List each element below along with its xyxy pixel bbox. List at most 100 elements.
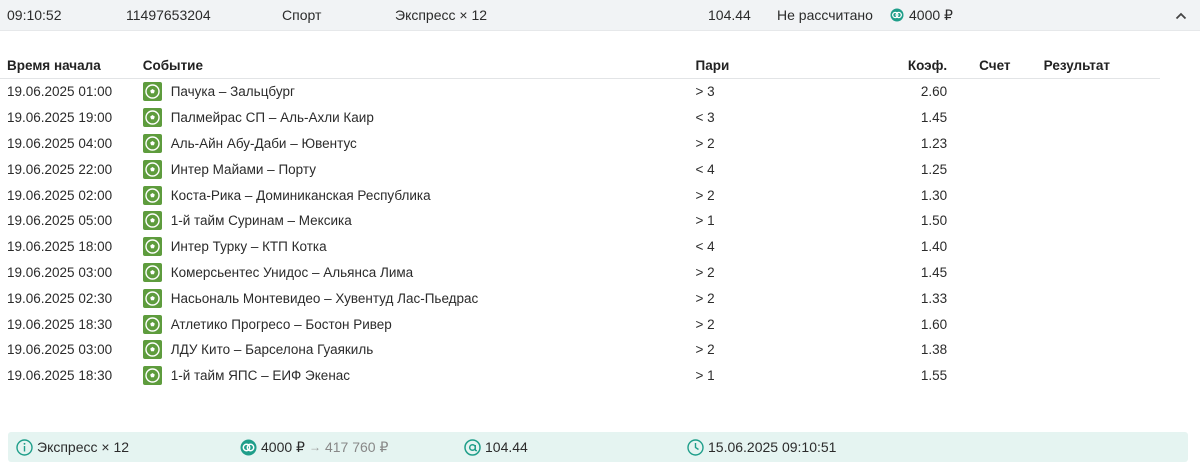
- event-result: [1044, 208, 1160, 234]
- table-row: 19.06.2025 18:30 Атлетико Прогресо – Бос…: [0, 311, 1160, 337]
- event-score: [947, 337, 1044, 363]
- coins-icon: [240, 439, 257, 455]
- table-row: 19.06.2025 02:00 Коста-Рика – Доминиканс…: [0, 182, 1160, 208]
- table-row: 19.06.2025 18:00 Интер Турку – КТП Котка…: [0, 234, 1160, 260]
- footer-odds-value: 104.44: [485, 439, 528, 455]
- event-cell: Насьональ Монтевидео – Хувентуд Лас-Пьед…: [142, 285, 696, 311]
- event-cell: Комерсьентес Унидос – Альянса Лима: [142, 260, 696, 286]
- col-event: Событие: [142, 52, 696, 79]
- event-name: Коста-Рика – Доминиканская Республика: [170, 187, 431, 203]
- event-coef: 1.45: [920, 264, 948, 280]
- event-start-time: 19.06.2025 01:00: [7, 84, 113, 100]
- bet-stake-value: 4000 ₽: [909, 7, 953, 23]
- event-score: [947, 311, 1044, 337]
- events-table-body: 19.06.2025 01:00 Пачука – Зальцбург > 3 …: [0, 79, 1160, 389]
- event-name: Атлетико Прогресо – Бостон Ривер: [170, 316, 392, 332]
- event-start-time: 19.06.2025 18:30: [7, 368, 113, 384]
- collapse-button[interactable]: [1172, 0, 1190, 30]
- event-name: Насьональ Монтевидео – Хувентуд Лас-Пьед…: [170, 290, 479, 306]
- event-score: [947, 208, 1044, 234]
- arrow-right-icon: →: [308, 440, 321, 454]
- event-start-time: 19.06.2025 03:00: [7, 264, 113, 280]
- event-coef: 1.38: [920, 342, 948, 358]
- bet-id: 11497653204: [126, 7, 211, 23]
- event-result: [1044, 182, 1160, 208]
- soccer-ball-icon: [142, 262, 162, 282]
- event-coef: 1.45: [920, 110, 948, 126]
- event-result: [1044, 363, 1160, 389]
- event-cell: Интер Турку – КТП Котка: [142, 234, 696, 260]
- event-start-time: 19.06.2025 04:00: [7, 135, 113, 151]
- table-row: 19.06.2025 03:00 ЛДУ Кито – Барселона Гу…: [0, 337, 1160, 363]
- event-bet: < 4: [695, 239, 715, 255]
- bet-type: Экспресс × 12: [395, 7, 488, 23]
- bet-summary-bar[interactable]: 09:10:52 11497653204 Спорт Экспресс × 12…: [0, 0, 1200, 31]
- event-start-time: 19.06.2025 02:00: [7, 187, 113, 203]
- event-cell: Пачука – Зальцбург: [142, 79, 696, 105]
- col-result: Результат: [1043, 52, 1160, 79]
- event-bet: > 1: [695, 368, 715, 384]
- footer-date-value: 15.06.2025 09:10:51: [708, 439, 837, 455]
- table-row: 19.06.2025 04:00 Аль-Айн Абу-Даби – Ювен…: [0, 131, 1160, 157]
- soccer-ball-icon: [142, 340, 162, 360]
- event-result: [1044, 285, 1160, 311]
- table-row: 19.06.2025 03:00 Комерсьентес Унидос – А…: [0, 260, 1160, 286]
- col-bet: Пари: [695, 52, 880, 79]
- event-coef: 1.60: [920, 316, 948, 332]
- odds-icon: [464, 438, 481, 456]
- event-cell: ЛДУ Кито – Барселона Гуаякиль: [142, 337, 696, 363]
- event-name: ЛДУ Кито – Барселона Гуаякиль: [170, 342, 374, 358]
- table-row: 19.06.2025 22:00 Интер Майами – Порту < …: [0, 156, 1160, 182]
- event-result: [1044, 311, 1160, 337]
- event-bet: > 2: [695, 316, 715, 332]
- event-cell: Атлетико Прогресо – Бостон Ривер: [142, 311, 696, 337]
- soccer-ball-icon: [142, 108, 162, 128]
- event-result: [1044, 105, 1160, 131]
- event-coef: 1.40: [920, 239, 948, 255]
- clock-icon: [687, 438, 704, 456]
- event-result: [1044, 260, 1160, 286]
- event-name: Интер Майами – Порту: [170, 161, 316, 177]
- event-score: [947, 182, 1044, 208]
- event-coef: 1.55: [920, 368, 948, 384]
- bet-stake: 4000 ₽: [890, 0, 953, 30]
- event-score: [947, 285, 1044, 311]
- event-name: Комерсьентес Унидос – Альянса Лима: [170, 264, 414, 280]
- event-bet: > 3: [695, 84, 715, 100]
- soccer-ball-icon: [142, 159, 162, 179]
- footer-date: 15.06.2025 09:10:51: [687, 432, 836, 462]
- event-score: [947, 105, 1044, 131]
- event-coef: 2.60: [920, 84, 948, 100]
- bet-sport: Спорт: [282, 7, 322, 23]
- event-bet: > 1: [695, 213, 715, 229]
- event-name: Интер Турку – КТП Котка: [170, 239, 327, 255]
- events-table: Время начала Событие Пари Коэф. Счет Рез…: [0, 52, 1160, 389]
- event-result: [1044, 131, 1160, 157]
- event-start-time: 19.06.2025 18:30: [7, 316, 113, 332]
- table-row: 19.06.2025 19:00 Палмейрас СП – Аль-Ахли…: [0, 105, 1160, 131]
- event-score: [947, 79, 1044, 105]
- event-cell: 1-й тайм ЯПС – ЕИФ Экенас: [142, 363, 696, 389]
- event-coef: 1.25: [920, 161, 948, 177]
- footer-stake-value: 4000 ₽: [261, 439, 305, 455]
- soccer-ball-icon: [142, 288, 162, 308]
- event-bet: > 2: [695, 135, 715, 151]
- event-start-time: 19.06.2025 05:00: [7, 213, 113, 229]
- chevron-up-icon: [1175, 13, 1187, 20]
- table-header-row: Время начала Событие Пари Коэф. Счет Рез…: [0, 52, 1160, 79]
- event-cell: Аль-Айн Абу-Даби – Ювентус: [142, 131, 696, 157]
- col-start-time: Время начала: [0, 52, 143, 79]
- table-row: 19.06.2025 01:00 Пачука – Зальцбург > 3 …: [0, 79, 1160, 105]
- col-coef: Коэф.: [879, 52, 948, 79]
- soccer-ball-icon: [142, 211, 162, 231]
- event-result: [1044, 156, 1160, 182]
- bet-time: 09:10:52: [7, 7, 62, 23]
- soccer-ball-icon: [142, 237, 162, 257]
- event-bet: > 2: [695, 342, 715, 358]
- soccer-ball-icon: [142, 185, 162, 205]
- table-row: 19.06.2025 02:30 Насьональ Монтевидео – …: [0, 285, 1160, 311]
- coins-icon: [890, 8, 904, 22]
- event-name: Палмейрас СП – Аль-Ахли Каир: [170, 110, 374, 126]
- bet-status: Не рассчитано: [777, 7, 873, 23]
- footer-stake: 4000 ₽ → 417 760 ₽: [240, 432, 388, 462]
